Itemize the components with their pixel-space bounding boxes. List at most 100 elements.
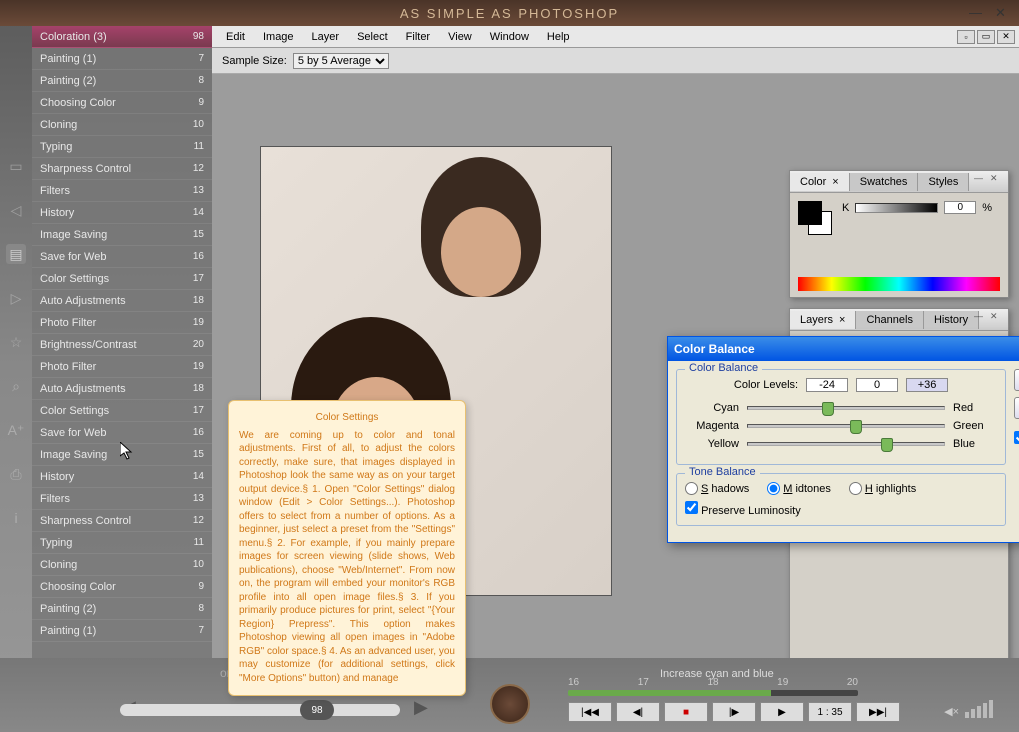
sidebar-item[interactable]: History14 <box>32 466 212 488</box>
sidebar-item[interactable]: Save for Web16 <box>32 422 212 444</box>
sidebar-item[interactable]: Cloning10 <box>32 114 212 136</box>
scrub-bar[interactable]: 98 <box>120 704 400 716</box>
next-arrow[interactable]: ▶ <box>414 697 428 718</box>
menu-item-filter[interactable]: Filter <box>398 29 438 45</box>
sidebar-item[interactable]: Painting (2)8 <box>32 598 212 620</box>
sidebar-item[interactable]: Auto Adjustments18 <box>32 378 212 400</box>
scrub-thumb[interactable]: 98 <box>300 700 334 720</box>
k-value-input[interactable] <box>944 201 976 214</box>
sidebar-item[interactable]: Filters13 <box>32 180 212 202</box>
menu-item-help[interactable]: Help <box>539 29 578 45</box>
sample-size-select[interactable]: 5 by 5 Average <box>293 53 389 69</box>
sidebar-item[interactable]: Photo Filter19 <box>32 356 212 378</box>
text-icon[interactable]: A⁺ <box>6 420 26 440</box>
play-icon[interactable]: ▷ <box>6 288 26 308</box>
tone-midtones[interactable]: Midtones <box>767 482 831 495</box>
sidebar-item[interactable]: Painting (1)7 <box>32 48 212 70</box>
slider-1[interactable] <box>747 424 945 428</box>
step-back-button[interactable]: ◀| <box>616 702 660 722</box>
sidebar-item[interactable]: Filters13 <box>32 488 212 510</box>
volume-indicator[interactable]: ◀× <box>944 700 993 718</box>
menu-item-layer[interactable]: Layer <box>304 29 348 45</box>
slider-0[interactable] <box>747 406 945 410</box>
close-panel-icon[interactable]: ✕ <box>990 311 1004 325</box>
tone-shadows[interactable]: Shadows <box>685 482 749 495</box>
sidebar-item[interactable]: Choosing Color9 <box>32 92 212 114</box>
tab-history[interactable]: History <box>924 311 979 329</box>
close-button[interactable]: ✕ <box>995 5 1011 21</box>
slider-2[interactable] <box>747 442 945 446</box>
level-input-0[interactable] <box>806 378 848 392</box>
dialog-titlebar[interactable]: Color Balance ✕ <box>668 337 1019 361</box>
hue-bar[interactable] <box>798 277 1000 291</box>
sidebar-item[interactable]: Sharpness Control12 <box>32 510 212 532</box>
level-input-2[interactable] <box>906 378 948 392</box>
preserve-luminosity-label[interactable]: Preserve Luminosity <box>685 505 801 517</box>
rewind-button[interactable]: |◀◀ <box>568 702 612 722</box>
sidebar-item[interactable]: Auto Adjustments18 <box>32 290 212 312</box>
sidebar-item[interactable]: History14 <box>32 202 212 224</box>
timeline[interactable] <box>568 690 858 696</box>
foreground-background-swatch[interactable] <box>798 201 832 235</box>
forward-button[interactable]: ▶▶| <box>856 702 900 722</box>
book-icon[interactable]: ▭ <box>6 156 26 176</box>
menu-item-select[interactable]: Select <box>349 29 396 45</box>
print-icon[interactable]: ⎙ <box>6 464 26 484</box>
maximize-button[interactable]: ▭ <box>977 30 995 44</box>
sidebar-item[interactable]: Choosing Color9 <box>32 576 212 598</box>
k-slider-track[interactable] <box>855 203 938 213</box>
list-icon[interactable]: ▤ <box>6 244 26 264</box>
back-icon[interactable]: ◁ <box>6 200 26 220</box>
search-icon[interactable]: ⌕ <box>6 376 26 396</box>
tooltip-body: We are coming up to color and tonal adju… <box>239 429 455 686</box>
sidebar-item[interactable]: Save for Web16 <box>32 246 212 268</box>
level-input-1[interactable] <box>856 378 898 392</box>
tab-swatches[interactable]: Swatches <box>850 173 919 191</box>
tab-channels[interactable]: Channels <box>856 311 923 329</box>
info-icon[interactable]: i <box>6 508 26 528</box>
sidebar-item[interactable]: Painting (1)7 <box>32 620 212 642</box>
tab-color[interactable]: Color× <box>790 173 850 191</box>
close-doc-button[interactable]: ✕ <box>997 30 1015 44</box>
menu-item-edit[interactable]: Edit <box>218 29 253 45</box>
cancel-button[interactable]: Cancel <box>1014 397 1019 419</box>
sidebar-item[interactable]: Typing11 <box>32 532 212 554</box>
sidebar-item[interactable]: Photo Filter19 <box>32 312 212 334</box>
record-button[interactable]: ■ <box>664 702 708 722</box>
sidebar-item[interactable]: Image Saving15 <box>32 224 212 246</box>
k-unit: % <box>982 202 992 214</box>
menu-item-window[interactable]: Window <box>482 29 537 45</box>
tab-styles[interactable]: Styles <box>918 173 969 191</box>
sidebar-item[interactable]: Image Saving15 <box>32 444 212 466</box>
step-forward-button[interactable]: |▶ <box>712 702 756 722</box>
star-icon[interactable]: ☆ <box>6 332 26 352</box>
slider-thumb-0[interactable] <box>822 402 834 416</box>
tab-layers[interactable]: Layers× <box>790 311 856 329</box>
minimize-button[interactable]: — <box>969 5 985 21</box>
preview-label[interactable]: Preview <box>1014 431 1019 444</box>
minimize-panel-icon[interactable]: — <box>974 311 988 325</box>
minimize-panel-icon[interactable]: — <box>974 173 988 187</box>
sidebar-item[interactable]: Color Settings17 <box>32 400 212 422</box>
sidebar-item[interactable]: Sharpness Control12 <box>32 158 212 180</box>
sidebar-item[interactable]: Typing11 <box>32 136 212 158</box>
sidebar-item[interactable]: Color Settings17 <box>32 268 212 290</box>
center-play-button[interactable] <box>490 684 530 724</box>
foreground-color-swatch[interactable] <box>798 201 822 225</box>
preview-checkbox[interactable] <box>1014 431 1019 444</box>
menu-item-view[interactable]: View <box>440 29 480 45</box>
sidebar-item[interactable]: Cloning10 <box>32 554 212 576</box>
sidebar-item[interactable]: Coloration (3)98 <box>32 26 212 48</box>
close-panel-icon[interactable]: ✕ <box>990 173 1004 187</box>
restore-button[interactable]: ▫ <box>957 30 975 44</box>
menu-item-image[interactable]: Image <box>255 29 302 45</box>
sidebar-item[interactable]: Painting (2)8 <box>32 70 212 92</box>
color-balance-fieldset: Color Balance Color Levels: CyanRedMagen… <box>676 369 1006 465</box>
slider-thumb-2[interactable] <box>881 438 893 452</box>
ok-button[interactable]: OK <box>1014 369 1019 391</box>
preserve-luminosity-checkbox[interactable] <box>685 501 698 514</box>
play-button[interactable]: ▶ <box>760 702 804 722</box>
sidebar-item[interactable]: Brightness/Contrast20 <box>32 334 212 356</box>
tone-highlights[interactable]: Highlights <box>849 482 916 495</box>
slider-thumb-1[interactable] <box>850 420 862 434</box>
